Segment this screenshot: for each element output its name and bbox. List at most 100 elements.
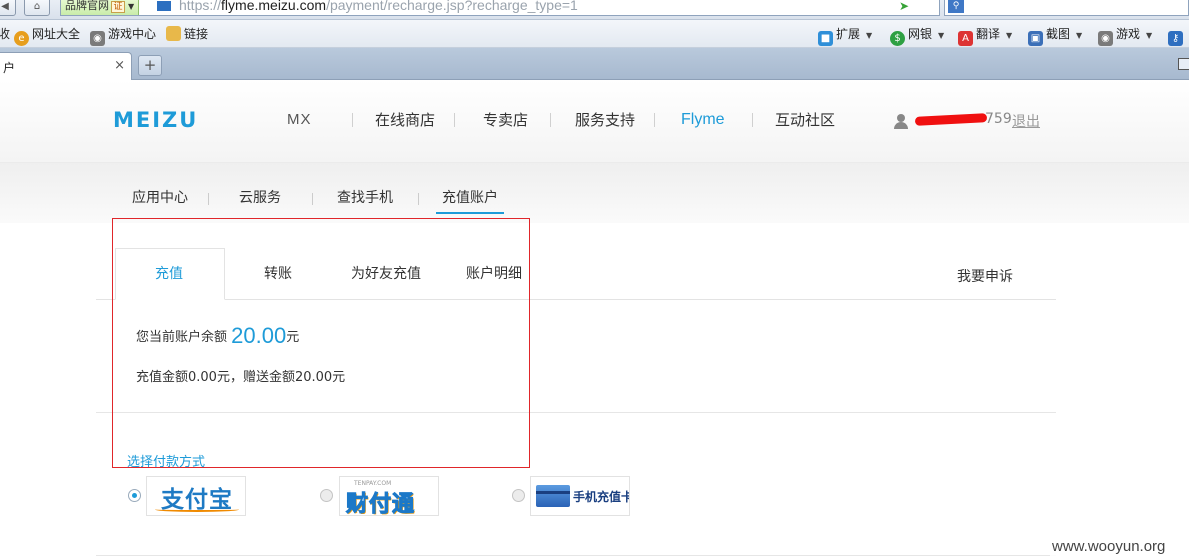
address-bar[interactable]: 品牌官网证 ▼ https://flyme.meizu.com/payment/r…	[60, 0, 999, 16]
subnav-separator	[208, 193, 209, 205]
tab-friend-recharge[interactable]: 为好友充值	[351, 266, 421, 282]
toolbar-item-games[interactable]: ◉ 游戏 ▼	[1098, 25, 1152, 46]
subnav-app-center[interactable]: 应用中心	[132, 189, 188, 207]
user-icon	[894, 114, 908, 129]
bookmark-label: 游戏中心	[108, 27, 157, 41]
username-suffix[interactable]: 759	[985, 111, 1012, 127]
bookmark-item[interactable]: e 网址大全	[14, 25, 81, 46]
nav-separator	[454, 113, 455, 127]
nav-mx[interactable]: MX	[287, 110, 312, 130]
nav-separator	[352, 113, 353, 127]
go-icon[interactable]: ➤	[899, 0, 909, 13]
radio-tenpay[interactable]	[320, 489, 333, 502]
chevron-down-icon[interactable]: ▼	[1076, 31, 1082, 40]
toolbar-item-translate[interactable]: A 翻译 ▼	[958, 25, 1012, 46]
new-tab-button[interactable]: +	[138, 55, 162, 76]
subnav-find-phone[interactable]: 查找手机	[337, 189, 393, 207]
chevron-down-icon[interactable]: ▼	[866, 31, 872, 40]
balance-label: 您当前账户余额	[136, 330, 228, 345]
shield-icon: $	[890, 31, 905, 46]
site-identity-badge[interactable]: 品牌官网证 ▼	[61, 0, 140, 15]
address-bar-row: ◀ ⌂ 品牌官网证 ▼ https://flyme.meizu.com/payme…	[0, 0, 1189, 20]
logout-link[interactable]: 退出	[1012, 111, 1040, 131]
balance-amount: 20.00	[231, 323, 287, 348]
restore-window-icon[interactable]	[1178, 58, 1189, 70]
certificate-icon: 证	[111, 1, 125, 13]
toolbar-item-key[interactable]: ⚷	[1168, 25, 1186, 46]
nav-separator	[550, 113, 551, 127]
site-favicon-icon	[157, 1, 171, 11]
alipay-swish-icon	[155, 507, 239, 512]
subnav-active-underline	[436, 212, 504, 214]
screenshot-root: ◀ ⌂ 品牌官网证 ▼ https://flyme.meizu.com/payme…	[0, 0, 1189, 558]
url-domain: flyme.meizu.com	[221, 0, 327, 13]
radio-phone-card[interactable]	[512, 489, 525, 502]
gamepad-icon: ◉	[90, 31, 105, 46]
bookmark-item[interactable]: ◉ 游戏中心	[90, 25, 157, 46]
meizu-logo[interactable]: MEIZU	[113, 108, 198, 132]
nav-service-support[interactable]: 服务支持	[575, 110, 635, 130]
chevron-down-icon[interactable]: ▼	[1146, 31, 1152, 40]
site-header: MEIZU MX 在线商店 专卖店 服务支持 Flyme 互动社区 759 退出	[0, 80, 1189, 163]
url-prefix: https://	[179, 0, 222, 13]
toolbar-item-label: 游戏	[1116, 27, 1141, 41]
balance-unit: 元	[286, 330, 300, 345]
tab-strip: 户 × +	[0, 48, 1189, 80]
toolbar-item-bank[interactable]: $ 网银 ▼	[890, 25, 944, 46]
site-badge-label: 品牌官网	[65, 0, 109, 12]
redacted-username	[914, 113, 988, 126]
bookmark-stub[interactable]: 收	[0, 25, 10, 43]
tab-recharge[interactable]: 充值	[155, 266, 183, 282]
bottom-divider	[96, 555, 1056, 556]
nav-online-store[interactable]: 在线商店	[375, 110, 435, 130]
subnav-cloud-service[interactable]: 云服务	[239, 189, 281, 207]
payment-option-tenpay[interactable]: TENPAY.COM 财付通 财付通	[339, 476, 439, 516]
toolbar-item-label: 翻译	[976, 27, 1001, 41]
bookmark-item[interactable]: 链接	[166, 25, 208, 43]
payment-method-title: 选择付款方式	[127, 455, 206, 470]
extension-icon: ■	[818, 31, 833, 46]
chevron-down-icon[interactable]: ▼	[938, 31, 944, 40]
folder-icon	[166, 26, 181, 41]
toolbar-item-screenshot[interactable]: ▣ 截图 ▼	[1028, 25, 1082, 46]
payment-option-alipay[interactable]: 支付宝	[146, 476, 246, 516]
tenpay-logo: 财付通	[345, 492, 416, 516]
tab-title: 户	[3, 61, 16, 75]
card-icon	[536, 485, 570, 507]
browser-tab[interactable]: 户 ×	[0, 52, 132, 80]
bookmarks-toolbar: 收 e 网址大全 ◉ 游戏中心 链接 ■ 扩展 ▼ $ 网银 ▼ A 翻译 ▼ ▣ 截图 ▼ ◉ 游戏…	[0, 20, 1189, 48]
nav-separator	[654, 113, 655, 127]
subnav-recharge-account[interactable]: 充值账户	[442, 189, 498, 207]
search-engine-icon[interactable]: ⚲	[948, 0, 964, 13]
translate-icon: A	[958, 31, 973, 46]
url-path: /payment/recharge.jsp?recharge_type=1	[326, 0, 578, 13]
back-button[interactable]: ◀	[0, 0, 16, 16]
nav-separator	[752, 113, 753, 127]
balance-line: 您当前账户余额 20.00元	[136, 323, 299, 349]
toolbar-item-label: 扩展	[836, 27, 861, 41]
chevron-down-icon[interactable]: ▼	[1006, 31, 1012, 40]
toolbar-item-extension[interactable]: ■ 扩展 ▼	[818, 25, 872, 46]
payment-option-phone-card[interactable]: 手机充值卡	[530, 476, 630, 516]
tabs-divider	[96, 299, 1056, 300]
key-icon: ⚷	[1168, 31, 1183, 46]
complain-link[interactable]: 我要申诉	[957, 266, 1013, 286]
home-button[interactable]: ⌂	[24, 0, 50, 16]
close-icon[interactable]: ×	[114, 58, 125, 73]
tab-account-details[interactable]: 账户明细	[466, 266, 522, 282]
search-box[interactable]: ⚲	[944, 0, 1189, 16]
url-text[interactable]: https://flyme.meizu.com/payment/recharge…	[179, 0, 578, 12]
subnav-separator	[418, 193, 419, 205]
nav-community[interactable]: 互动社区	[775, 110, 835, 130]
tab-transfer[interactable]: 转账	[264, 266, 292, 282]
bookmark-label: 网址大全	[32, 27, 81, 41]
bookmark-label: 链接	[184, 27, 209, 41]
bookmark-stub-label: 收	[0, 27, 11, 41]
gamepad-icon: ◉	[1098, 31, 1113, 46]
chevron-down-icon: ▼	[128, 2, 135, 11]
nav-flyme[interactable]: Flyme	[681, 110, 725, 130]
nav-retail-store[interactable]: 专卖店	[483, 110, 528, 130]
subnav-separator	[312, 193, 313, 205]
radio-alipay[interactable]	[128, 489, 141, 502]
watermark: www.wooyun.org	[1050, 536, 1168, 558]
